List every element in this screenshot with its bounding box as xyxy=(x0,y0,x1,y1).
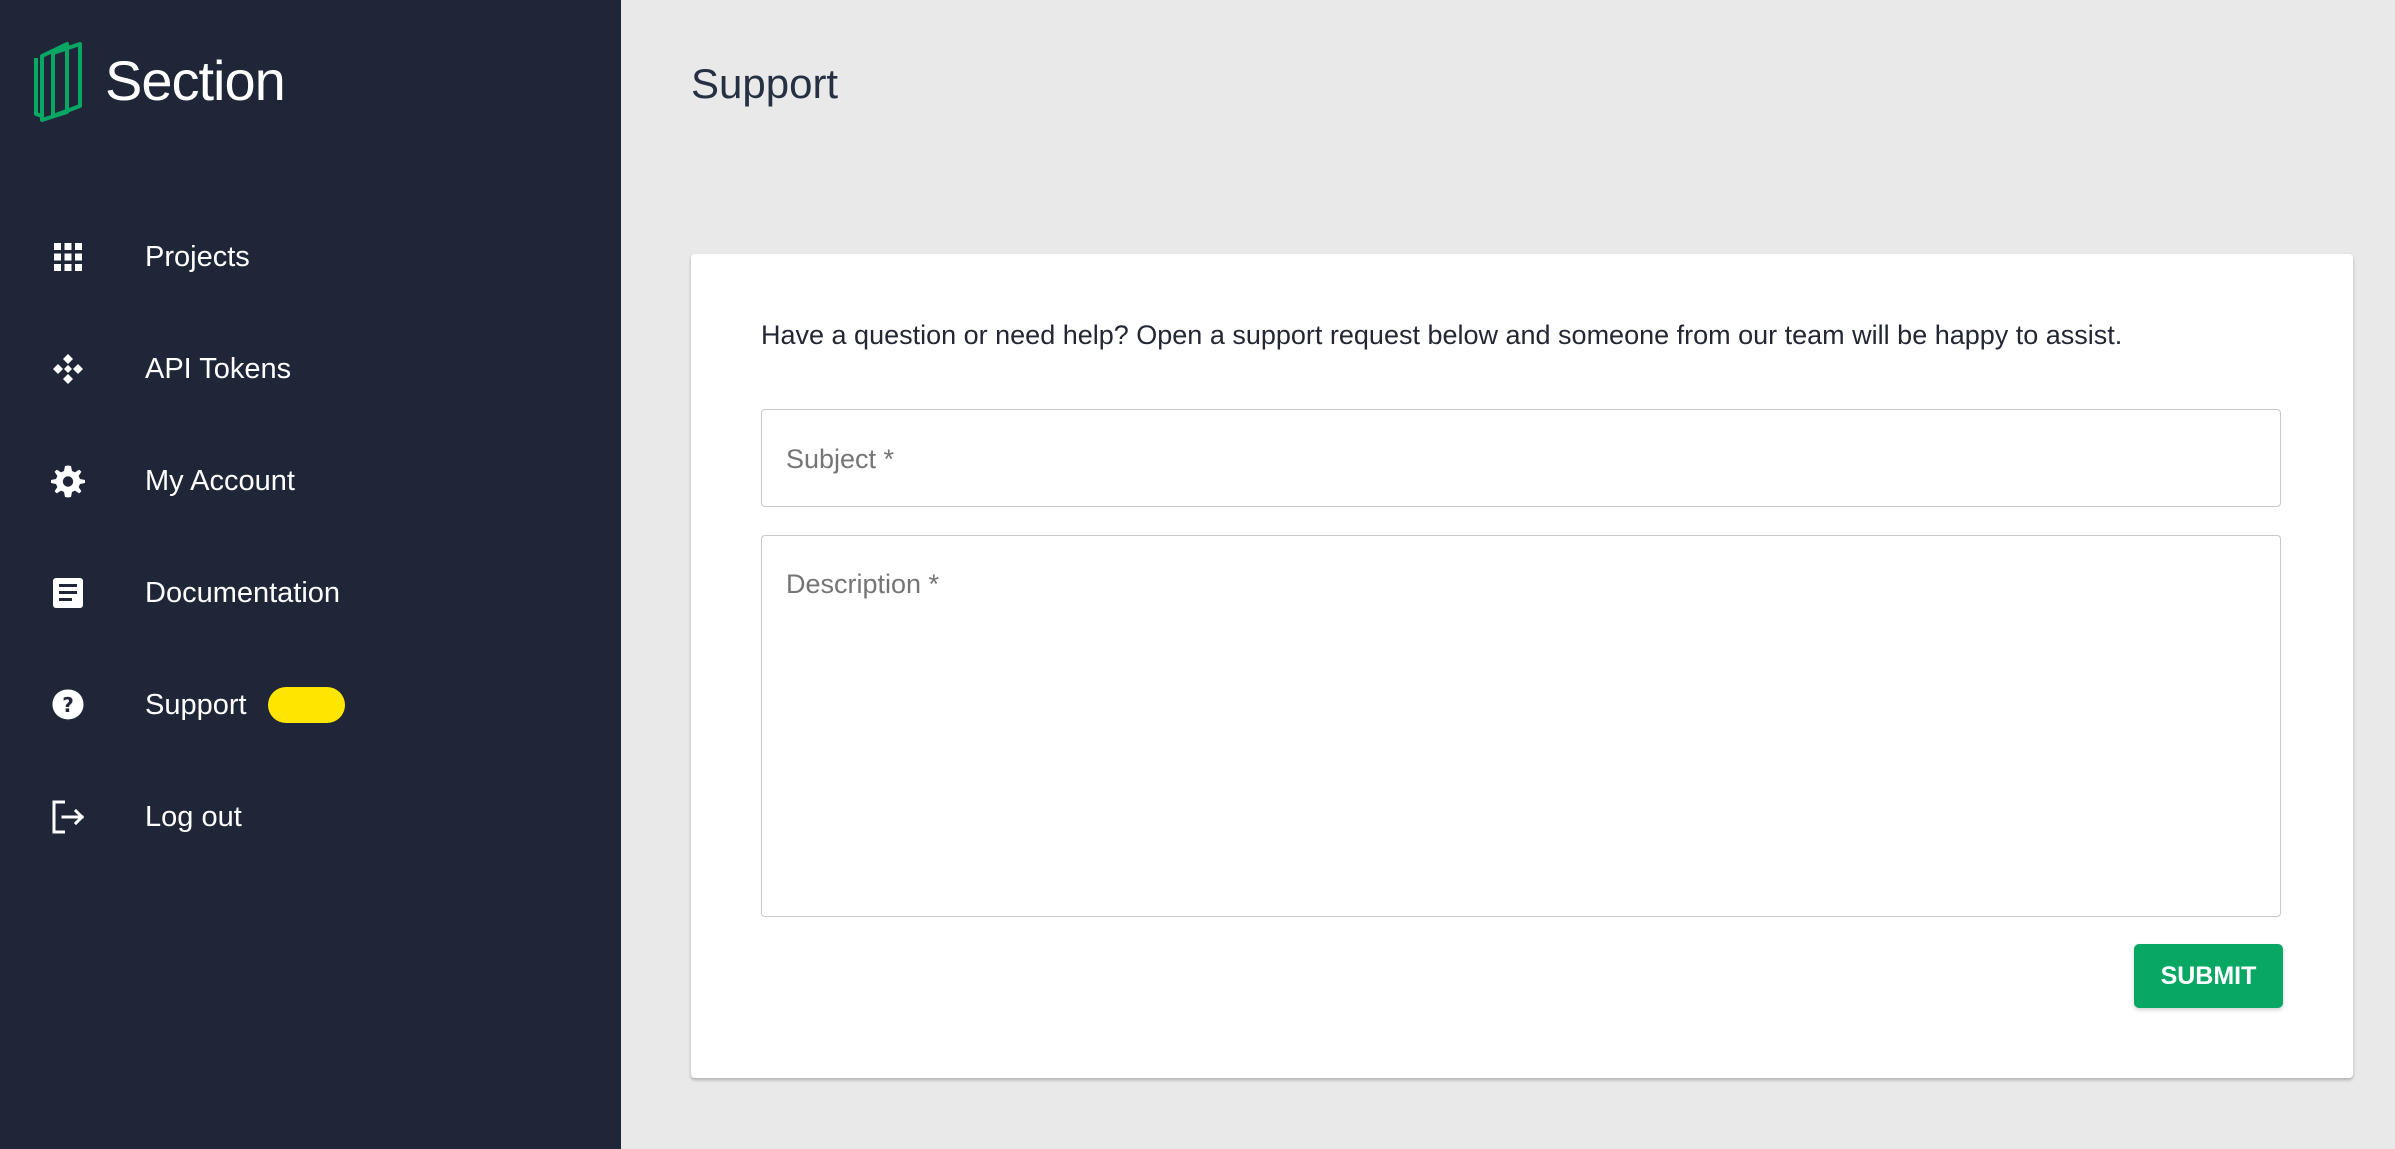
sidebar: Section Projects API Tokens My Account D… xyxy=(0,0,621,1149)
support-badge xyxy=(268,687,345,723)
sidebar-item-support[interactable]: ? Support xyxy=(0,660,621,750)
sidebar-item-label: My Account xyxy=(145,464,295,497)
sidebar-item-label: Documentation xyxy=(145,576,341,609)
section-logo-icon xyxy=(34,42,82,122)
logout-icon xyxy=(48,797,88,837)
subject-placeholder: Subject * xyxy=(786,444,895,474)
sidebar-item-documentation[interactable]: Documentation xyxy=(0,548,621,638)
support-intro-text: Have a question or need help? Open a sup… xyxy=(761,320,2123,350)
subject-field[interactable]: Subject * xyxy=(761,409,2281,507)
page-title: Support xyxy=(691,60,839,107)
brand-name: Section xyxy=(105,49,286,112)
sidebar-item-label: Projects xyxy=(145,240,250,273)
sidebar-item-label: Support xyxy=(145,688,247,721)
sidebar-item-label: API Tokens xyxy=(145,352,292,385)
gear-icon xyxy=(48,461,88,501)
token-icon xyxy=(48,349,88,389)
description-field[interactable]: Description * xyxy=(761,535,2281,917)
submit-button[interactable]: SUBMIT xyxy=(2134,944,2283,1008)
description-placeholder: Description * xyxy=(786,569,940,599)
grid-icon xyxy=(48,237,88,277)
sidebar-item-api-tokens[interactable]: API Tokens xyxy=(0,324,621,414)
sidebar-item-projects[interactable]: Projects xyxy=(0,212,621,302)
sidebar-item-label: Log out xyxy=(145,800,242,833)
sidebar-item-my-account[interactable]: My Account xyxy=(0,436,621,526)
brand[interactable]: Section xyxy=(32,38,286,124)
document-icon xyxy=(48,573,88,613)
support-card: Have a question or need help? Open a sup… xyxy=(691,254,2353,1078)
help-icon: ? xyxy=(48,685,88,725)
svg-text:?: ? xyxy=(62,693,74,717)
sidebar-item-log-out[interactable]: Log out xyxy=(0,772,621,862)
